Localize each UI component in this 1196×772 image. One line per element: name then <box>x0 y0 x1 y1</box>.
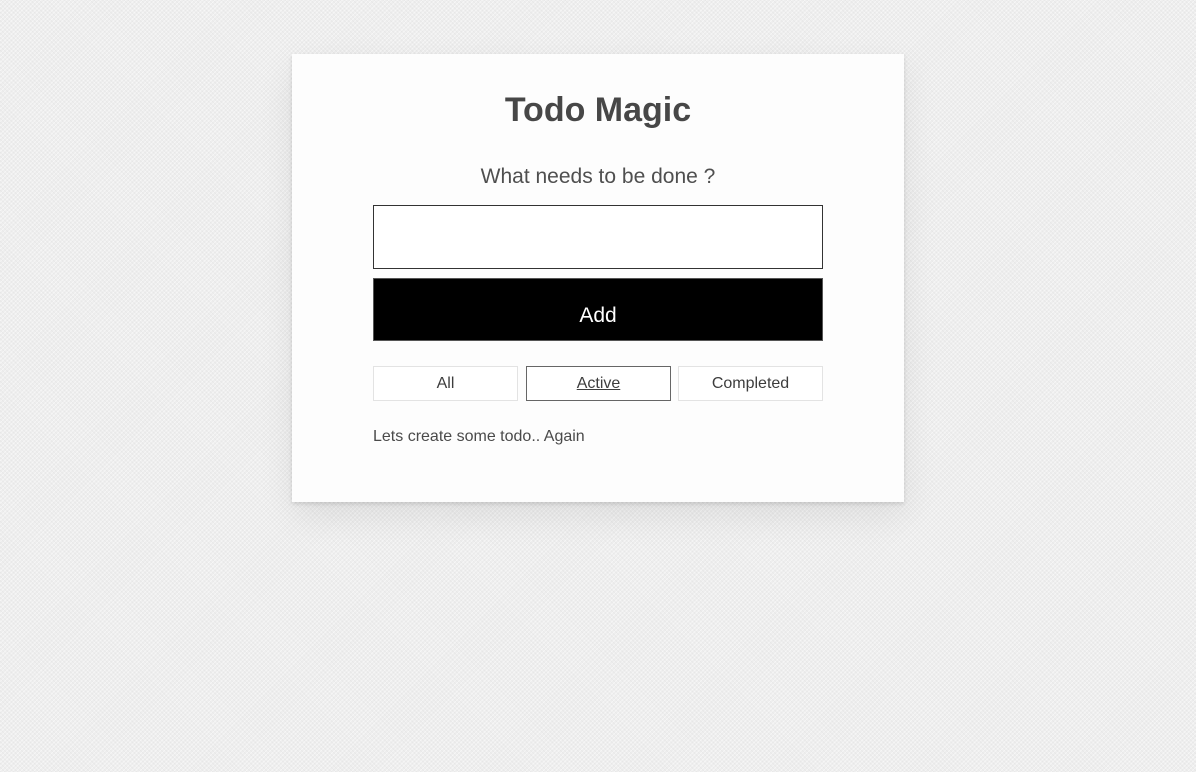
filter-completed-button[interactable]: Completed <box>678 366 823 401</box>
todo-prompt: What needs to be done ? <box>480 165 716 188</box>
filter-all-button[interactable]: All <box>373 366 518 401</box>
empty-state-message: Lets create some todo.. Again <box>373 428 585 445</box>
filter-active-button[interactable]: Active <box>526 366 671 401</box>
add-button[interactable]: Add <box>373 278 823 341</box>
app-title: Todo Magic <box>504 91 692 129</box>
todo-input[interactable] <box>373 205 823 269</box>
